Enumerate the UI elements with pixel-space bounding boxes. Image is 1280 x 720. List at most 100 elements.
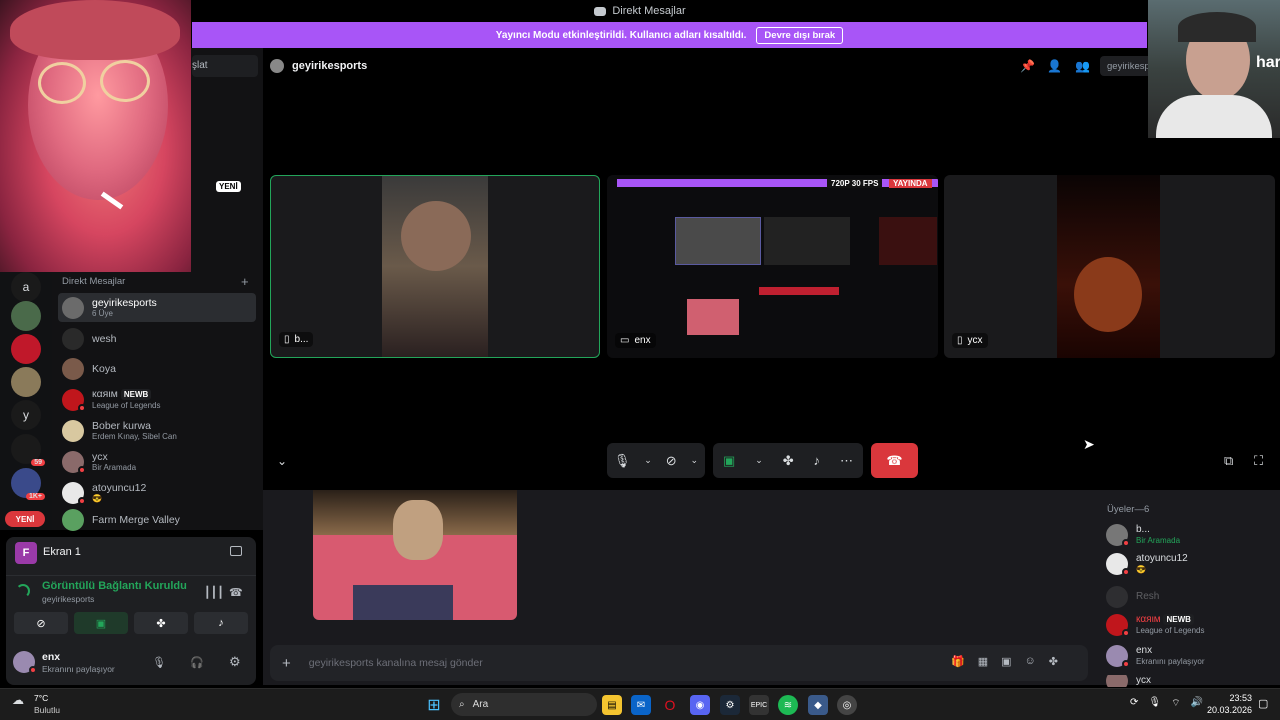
stream-app-icon: F [15,542,37,564]
soundboard-button[interactable]: ♪ [194,612,248,634]
dm-item-karim[interactable]: кαяιм NEWB League of Legends [58,385,256,414]
taskbar-search[interactable]: ⌕ Ara [451,693,597,716]
video-tile-b[interactable]: ▯ b... [270,175,600,358]
soundboard-icon[interactable]: ♪ [814,453,821,468]
screen-share-icon[interactable]: ▣ [723,453,735,469]
outlook-icon[interactable]: ✉ [631,695,651,715]
member-resh[interactable]: Resh [1106,586,1159,608]
right-webcam-overlay: har [1148,0,1280,138]
server-icon[interactable]: 1K+ [11,468,45,500]
chat-image-attachment[interactable] [313,490,517,620]
stop-stream-icon[interactable] [230,546,242,556]
headphones-icon[interactable]: 🎧 [190,656,204,669]
add-attachment-icon[interactable]: + [282,655,291,672]
cursor-icon: ➤ [1083,436,1095,452]
conversation-search-input[interactable]: şlat [192,55,258,77]
sticker-icon[interactable]: ▣ [1001,655,1011,668]
steam-icon[interactable]: ⚙ [720,695,740,715]
member-b[interactable]: b... Bir Aramada [1106,524,1180,547]
microphone-icon[interactable]: 🎙 [614,453,631,469]
server-icon[interactable] [11,334,41,364]
collapse-chevron-icon[interactable]: ⌄ [277,454,287,468]
disconnect-icon[interactable]: ☎ [229,586,243,599]
activities-button[interactable]: ✤ [134,612,188,634]
server-y[interactable]: y [11,400,41,430]
emoji-icon[interactable]: ☺ [1025,655,1036,668]
epic-games-icon[interactable]: EPIC [749,695,769,715]
user-avatar[interactable] [13,651,37,674]
search-input[interactable]: geyirikesp [1100,56,1148,76]
channel-name: geyirikesports [292,60,368,72]
member-atoyuncu12[interactable]: atoyuncu12 😎 [1106,553,1188,576]
fullscreen-icon[interactable]: ⛶ [1254,453,1263,469]
disable-streamer-mode-button[interactable]: Devre dışı bırak [756,26,844,44]
voice-channel-name[interactable]: geyirikesports [42,594,94,604]
tile-label: ▯ ycx [952,333,988,348]
chevron-down-icon[interactable]: ⌄ [644,455,652,466]
chevron-down-icon[interactable]: ⌄ [755,455,763,466]
avatar [62,327,84,350]
dm-item-ycx[interactable]: ycx Bir Aramada [58,447,256,476]
discord-icon [594,6,607,16]
network-icon[interactable]: ⟳ [1130,697,1138,710]
more-icon[interactable]: ⋯ [840,453,853,469]
discord-taskbar-icon[interactable]: ◉ [690,695,710,715]
dm-item-wesh[interactable]: wesh [58,324,256,353]
server-a[interactable]: a [11,272,41,302]
noise-suppression-icon[interactable]: ┃┃┃ [204,586,224,599]
create-dm-icon[interactable]: + [241,274,249,289]
file-explorer-icon[interactable]: ▤ [602,695,622,715]
pop-out-icon[interactable]: ⧉ [1224,453,1233,469]
avatar [1106,586,1128,608]
dm-item-geyirikesports[interactable]: geyirikesports 6 Üye [58,293,256,322]
camera-off-icon[interactable]: ⊘ [666,453,677,469]
member-ycx[interactable]: ycx [1106,675,1151,687]
spotify-icon[interactable]: ≋ [778,695,798,715]
settings-gear-icon[interactable]: ⚙ [229,654,241,670]
microphone-icon[interactable]: 🎙 [152,656,166,669]
screen-icon: ▭ [620,335,630,346]
video-tile-enx-stream[interactable]: 720P 30 FPS YAYINDA ▭ enx [607,175,938,358]
clock-time[interactable]: 23:53 [1212,693,1252,703]
mic-camera-controls: 🎙 ⌄ ⊘ ⌄ [607,443,705,478]
chevron-down-icon[interactable]: ⌄ [690,455,698,466]
start-icon[interactable]: ⊞ [424,695,444,715]
members-icon[interactable]: 👥 [1075,59,1090,73]
camera-toggle-button[interactable]: ⊘ [14,612,68,634]
server-icon[interactable] [11,367,41,397]
dm-item-atoyuncu12[interactable]: atoyuncu12 😎 [58,478,256,507]
new-servers-pill[interactable]: YENİ [5,511,45,527]
app-icon[interactable]: ◆ [808,695,828,715]
gif-icon[interactable]: ▦ [978,655,988,668]
notification-icon[interactable]: ▢ [1258,697,1268,710]
user-name: enx [42,651,61,663]
screen-share-button[interactable]: ▣ [74,612,128,634]
volume-icon[interactable]: 🔊 [1191,697,1203,710]
video-tile-ycx[interactable]: ▯ ycx [944,175,1275,358]
server-sidebar: a y 59 1K+ YENİ [0,272,52,530]
wifi-icon[interactable]: ⌔ [1171,697,1180,710]
dm-item-bober-kurwa[interactable]: Bober kurwa Erdem Kınay, Sibel Can [58,416,256,445]
weather-icon[interactable]: ☁ [12,693,24,707]
apps-icon[interactable]: ✤ [1049,655,1058,668]
opera-icon[interactable]: O [660,695,680,715]
dm-item-koya[interactable]: Koya [58,354,256,383]
hang-up-button[interactable]: ☎ [871,443,918,478]
activities-icon[interactable]: ✤ [783,453,794,469]
clock-date[interactable]: 20.03.2026 [1205,705,1252,715]
server-icon[interactable] [11,301,41,331]
server-icon[interactable]: 59 [11,434,45,466]
app-icon[interactable]: ◎ [837,695,857,715]
member-karim[interactable]: кαяιм NEWB League of Legends [1106,614,1205,637]
pin-icon[interactable]: 📌 [1020,59,1035,73]
phone-icon: ▯ [284,334,290,345]
member-enx[interactable]: enx Ekranını paylaşıyor [1106,645,1204,668]
dm-item-farm-merge-valley[interactable]: Farm Merge Valley [58,508,256,532]
mic-tray-icon[interactable]: 🎙 [1148,697,1161,710]
tile-label: ▯ b... [279,332,314,347]
system-tray: ⟳ 🎙 ⌔ 🔊 [1130,697,1203,710]
avatar [62,296,84,319]
add-friend-icon[interactable]: 👤 [1047,59,1062,73]
gift-icon[interactable]: 🎁 [951,655,965,668]
voice-status[interactable]: Görüntülü Bağlantı Kuruldu [42,580,187,592]
